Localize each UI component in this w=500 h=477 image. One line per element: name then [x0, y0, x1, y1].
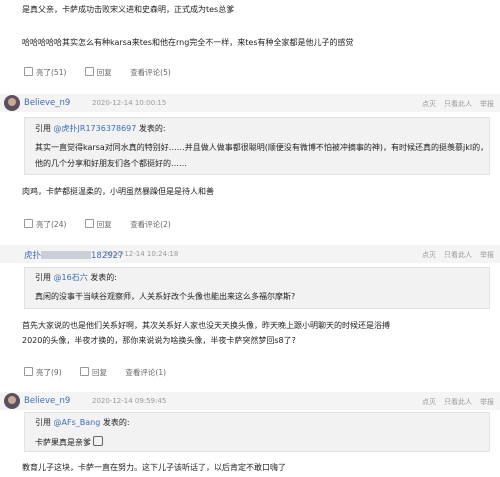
comment-body: 肉鸡，卡萨都挺温柔的，小明虽然暴躁但是是待人和善 [22, 187, 214, 196]
quote-suffix: 发表的: [102, 418, 130, 427]
reply-button[interactable]: 回复 [84, 219, 112, 229]
comment-actions: 亮了(24) 回复 查看评论(2) [24, 219, 187, 230]
quote-block: 引用 @AFs_Bang 发表的: 卡萨果真是亲爹 [24, 412, 490, 452]
comment-text-line: 哈哈哈哈哈其实怎么有种karsa来tes和他在rng完全不一样，来tes有种全家… [22, 38, 354, 47]
comment-header: Believe_n9 2020-12-14 09:59:45 点灭 只看此人 举报 [0, 392, 500, 410]
comment-ops: 点灭 只看此人 举报 [414, 397, 494, 407]
quoted-user-link[interactable]: @16石六 [54, 273, 88, 282]
report-button[interactable]: 举报 [480, 398, 494, 406]
username-link[interactable]: Believe_n9 [24, 396, 70, 406]
report-button[interactable]: 举报 [480, 251, 494, 259]
quote-text-line: 其实一直觉得karsa对同水真的特别好……并且做人做事都很聪明(顺便没有微博不怕… [35, 143, 489, 152]
comment-actions: 亮了(9) 回复 查看评论(1) [24, 367, 182, 378]
report-button[interactable]: 举报 [480, 100, 494, 108]
downvote-button[interactable]: 点灭 [422, 100, 436, 108]
quoted-user-link[interactable]: @虎扑JR1736378697 [54, 124, 137, 133]
quote-block: 引用 @虎扑JR1736378697 发表的: 其实一直觉得karsa对同水真的… [24, 117, 490, 175]
reply-button[interactable]: 回复 [80, 367, 107, 377]
view-comments-link[interactable]: 查看评论(5) [130, 68, 171, 77]
comment-body: 教育儿子这块，卡萨一直在努力。这下儿子该听话了，以后肯定不敢口嗨了 [22, 463, 286, 472]
quote-text-line: 他的几个分享和好朋友们各个都挺好的…… [35, 159, 187, 168]
reply-icon [84, 219, 94, 228]
only-this-user-button[interactable]: 只看此人 [444, 398, 472, 406]
view-comments-link[interactable]: 查看评论(2) [130, 220, 171, 229]
like-button[interactable]: 亮了(51) [24, 67, 66, 77]
timestamp: 2020-12-14 10:24:18 [104, 250, 179, 258]
only-this-user-button[interactable]: 只看此人 [444, 251, 472, 259]
downvote-button[interactable]: 点灭 [422, 251, 436, 259]
quote-text-line: 卡萨果真是亲爹 [35, 438, 91, 447]
timestamp: 2020-12-14 10:00:15 [92, 99, 167, 107]
quote-suffix: 发表的: [138, 124, 166, 133]
comment-body-line: 首先大家说的也是他们关系好啊，其次关系好人家也没天天换头像，昨天晚上跟小明聊天的… [22, 321, 390, 330]
comment-header: 虎扑 182927 2020-12-14 10:24:18 点灭 只看此人 举报 [0, 245, 500, 263]
quote-label: 引用 [35, 418, 51, 427]
reply-icon [80, 367, 90, 376]
thumb-up-icon [24, 67, 33, 76]
only-this-user-button[interactable]: 只看此人 [444, 100, 472, 108]
quote-label: 引用 [35, 124, 51, 133]
avatar[interactable] [4, 393, 20, 409]
quoted-user-link[interactable]: @AFs_Bang [54, 418, 101, 427]
reply-button[interactable]: 回复 [84, 67, 112, 77]
like-button[interactable]: 亮了(24) [24, 219, 66, 229]
comment-header: Believe_n9 2020-12-14 10:00:15 点灭 只看此人 举报 [0, 94, 500, 112]
like-button[interactable]: 亮了(9) [24, 367, 62, 377]
thumb-up-icon [24, 367, 33, 376]
thumb-up-icon [24, 219, 33, 228]
quote-label: 引用 [35, 273, 51, 282]
downvote-button[interactable]: 点灭 [422, 398, 436, 406]
comment-text-line: 是真父亲，卡萨成功击败宋义进和史森明，正式成为tes总爹 [22, 5, 235, 14]
comment-ops: 点灭 只看此人 举报 [414, 99, 494, 109]
quote-block: 引用 @16石六 发表的: 真闲的没事干当峡谷观察师，人关系好改个头像也能出来这… [24, 267, 490, 309]
comment-body-line: 2020的头像，半夜才换的，那你来说说为啥换头像，半夜卡萨突然梦回s8了? [22, 336, 296, 345]
quote-text-line: 真闲的没事干当峡谷观察师，人关系好改个头像也能出来这么多福尔摩斯? [35, 292, 296, 301]
reply-icon [84, 67, 94, 76]
username-link[interactable]: Believe_n9 [24, 98, 70, 108]
view-comments-link[interactable]: 查看评论(1) [125, 368, 166, 377]
quote-suffix: 发表的: [90, 273, 117, 282]
comment-ops: 点灭 只看此人 举报 [414, 250, 494, 260]
comment-actions: 亮了(51) 回复 查看评论(5) [24, 67, 187, 78]
emoji-icon [93, 436, 103, 446]
avatar[interactable] [4, 95, 20, 111]
timestamp: 2020-12-14 09:59:45 [92, 397, 167, 405]
redacted-block [41, 251, 92, 259]
